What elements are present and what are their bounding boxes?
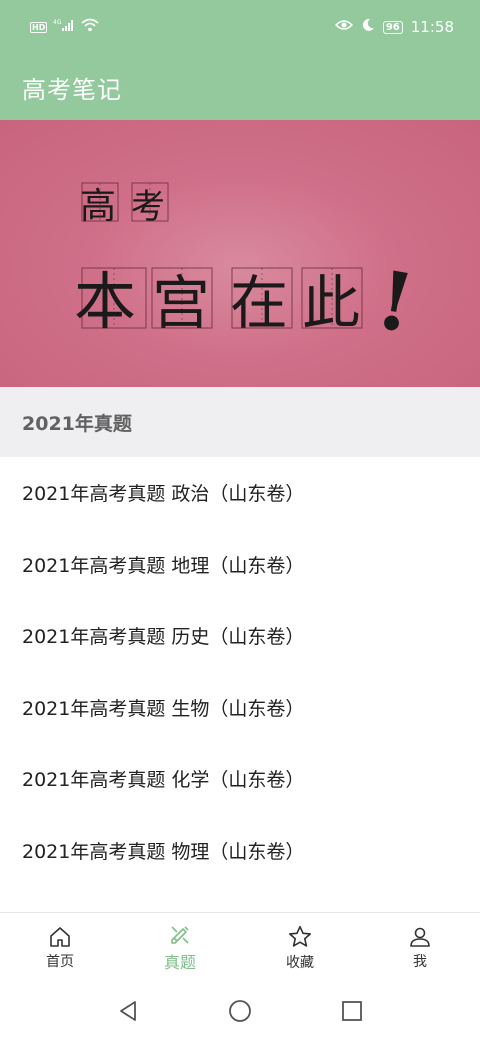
tab-favorites[interactable]: 收藏	[240, 913, 360, 982]
status-right: 96 11:58	[334, 18, 454, 36]
list-item[interactable]: 2021年高考真题 地理（山东卷）	[0, 529, 480, 601]
person-icon	[408, 925, 432, 949]
wifi-icon	[81, 18, 99, 36]
signal-icon: 4G	[53, 18, 75, 36]
exam-icon	[168, 923, 192, 947]
section-header: 2021年真题	[0, 387, 480, 457]
list-item[interactable]: 2021年高考真题 历史（山东卷）	[0, 600, 480, 672]
banner-char: 此	[302, 269, 360, 337]
list-item-label: 2021年高考真题 生物（山东卷）	[22, 697, 305, 720]
back-icon[interactable]	[113, 996, 143, 1026]
battery-indicator: 96	[382, 20, 403, 34]
banner-image[interactable]: 高 考 本 宫 在 此 !	[0, 120, 480, 387]
recents-icon[interactable]	[337, 996, 367, 1026]
tab-home[interactable]: 首页	[0, 913, 120, 982]
system-nav-bar	[0, 982, 480, 1040]
exam-list[interactable]: 2021年高考真题 政治（山东卷） 2021年高考真题 地理（山东卷） 2021…	[0, 457, 480, 912]
tab-label: 首页	[46, 953, 74, 970]
tab-label: 我	[413, 953, 427, 970]
network-label: 4G	[53, 19, 62, 26]
home-icon	[48, 925, 72, 949]
home-nav-icon[interactable]	[225, 996, 255, 1026]
hd-badge: HD	[30, 21, 48, 33]
banner-char: 在	[230, 269, 288, 337]
status-bar: HD 4G 96 11:58	[0, 0, 480, 54]
banner-char: 高	[80, 186, 116, 227]
section-title: 2021年真题	[22, 412, 132, 435]
moon-icon	[361, 18, 375, 36]
tab-label: 真题	[163, 952, 196, 972]
list-item[interactable]: 2021年高考真题 生物（山东卷）	[0, 672, 480, 744]
eye-icon	[334, 19, 353, 35]
app-bar: 高考笔记	[0, 54, 480, 120]
list-item-label: 2021年高考真题 地理（山东卷）	[22, 554, 305, 577]
banner-char: !	[370, 252, 421, 351]
list-item[interactable]: 2021年高考真题 物理（山东卷）	[0, 815, 480, 887]
tab-label: 收藏	[286, 954, 314, 971]
star-icon	[287, 924, 313, 950]
banner-char: 考	[131, 187, 165, 227]
list-item-label: 2021年高考真题 政治（山东卷）	[22, 483, 305, 506]
banner-char: 本	[74, 265, 136, 338]
tab-exam[interactable]: 真题	[120, 913, 240, 982]
status-time: 11:58	[410, 18, 454, 36]
list-item-label: 2021年高考真题 化学（山东卷）	[22, 769, 305, 792]
app-title: 高考笔记	[22, 75, 122, 104]
list-item[interactable]: 2021年高考真题 化学（山东卷）	[0, 743, 480, 815]
list-item[interactable]: 2021年高考真题 政治（山东卷）	[0, 457, 480, 529]
bottom-tab-bar: 首页 真题 收藏 我	[0, 912, 480, 982]
status-left: HD 4G	[30, 18, 99, 36]
banner-calligraphy: 高 考 本 宫 在 此 !	[74, 182, 421, 351]
tab-me[interactable]: 我	[360, 913, 480, 982]
list-item-label: 2021年高考真题 历史（山东卷）	[22, 626, 305, 649]
banner-char: 宫	[152, 269, 210, 337]
list-item-label: 2021年高考真题 物理（山东卷）	[22, 840, 305, 863]
